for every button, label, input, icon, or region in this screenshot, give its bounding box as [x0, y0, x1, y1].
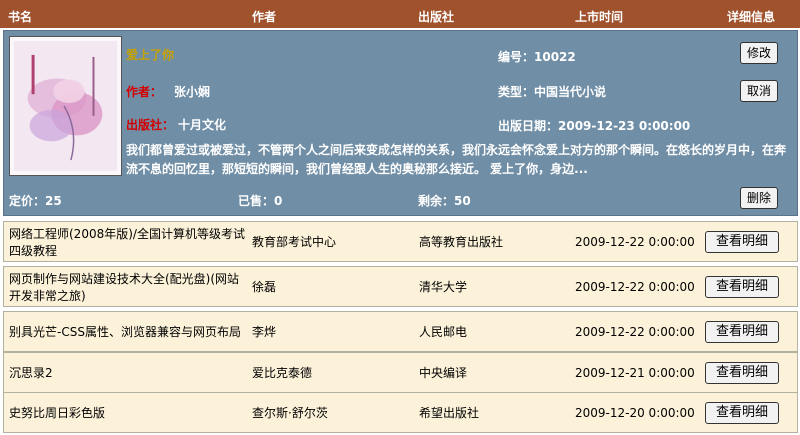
row-date: 2009-12-22 0:00:00 — [575, 325, 695, 339]
table-row: 史努比周日彩色版 查尔斯·舒尔茨 希望出版社 2009-12-20 0:00:0… — [3, 392, 798, 433]
row-date: 2009-12-20 0:00:00 — [575, 406, 695, 420]
sold-text: 已售：0 — [238, 194, 283, 208]
publisher-value: 十月文化 — [178, 118, 227, 132]
row-title: 史努比周日彩色版 — [9, 406, 106, 420]
table-row: 沉思录2 爱比克泰德 中央编译 2009-12-21 0:00:00 查看明细 — [3, 352, 798, 393]
row-title: 网页制作与网站建设技术大全(配光盘)(网站开发非常之旅) — [9, 272, 240, 303]
book-cover-art — [10, 37, 121, 175]
book-description: 我们都曾爱过或被爱过，不管两个人之间后来变成怎样的关系，我们永远会怀念爱上对方的… — [126, 143, 787, 176]
remaining-text: 剩余：50 — [418, 194, 471, 208]
table-row: 网络工程师(2008年版)/全国计算机等级考试四级教程 教育部考试中心 高等教育… — [3, 221, 798, 262]
book-type: 类型：中国当代小说 — [498, 85, 607, 99]
author-value: 张小娴 — [174, 85, 211, 99]
header-author: 作者 — [252, 10, 277, 24]
view-detail-button[interactable]: 查看明细 — [705, 276, 779, 298]
row-author: 爱比克泰德 — [252, 366, 313, 380]
row-publisher: 高等教育出版社 — [419, 235, 504, 249]
row-date: 2009-12-21 0:00:00 — [575, 366, 695, 380]
cancel-button[interactable]: 取消 — [740, 80, 778, 102]
row-author: 徐磊 — [252, 280, 277, 294]
table-header: 书名 作者 出版社 上市时间 详细信息 — [0, 0, 800, 28]
row-publisher: 中央编译 — [419, 366, 468, 380]
header-date: 上市时间 — [575, 10, 624, 24]
edit-button[interactable]: 修改 — [740, 42, 778, 64]
row-author: 李烨 — [252, 325, 277, 339]
book-title: 爱上了你 — [126, 48, 175, 62]
view-detail-button[interactable]: 查看明细 — [705, 402, 779, 424]
view-detail-button[interactable]: 查看明细 — [705, 231, 779, 253]
table-row: 网页制作与网站建设技术大全(配光盘)(网站开发非常之旅) 徐磊 清华大学 200… — [3, 266, 798, 307]
price-text: 定价：25 — [9, 194, 62, 208]
header-publisher: 出版社 — [418, 10, 455, 24]
row-title: 别具光芒-CSS属性、浏览器兼容与网页布局 — [9, 325, 241, 339]
header-title: 书名 — [8, 10, 33, 24]
table-row: 别具光芒-CSS属性、浏览器兼容与网页布局 李烨 人民邮电 2009-12-22… — [3, 311, 798, 352]
row-date: 2009-12-22 0:00:00 — [575, 235, 695, 249]
row-author: 查尔斯·舒尔茨 — [252, 406, 328, 420]
view-detail-button[interactable]: 查看明细 — [705, 321, 779, 343]
delete-button[interactable]: 删除 — [740, 187, 778, 209]
row-title: 沉思录2 — [9, 366, 53, 380]
row-author: 教育部考试中心 — [252, 235, 337, 249]
row-publisher: 希望出版社 — [419, 406, 480, 420]
book-id: 编号：10022 — [498, 50, 576, 64]
publisher-label: 出版社： — [126, 118, 175, 132]
author-label: 作者： — [126, 85, 163, 99]
row-publisher: 清华大学 — [419, 280, 468, 294]
row-publisher: 人民邮电 — [419, 325, 468, 339]
publish-date: 出版日期：2009-12-23 0:00:00 — [498, 119, 691, 133]
book-cover-image — [9, 36, 122, 176]
view-detail-button[interactable]: 查看明细 — [705, 362, 779, 384]
book-detail-panel: 爱上了你 作者： 张小娴 出版社： 十月文化 编号：10022 类型：中国当代小… — [3, 30, 798, 216]
row-date: 2009-12-22 0:00:00 — [575, 280, 695, 294]
row-title: 网络工程师(2008年版)/全国计算机等级考试四级教程 — [9, 227, 245, 258]
header-detail: 详细信息 — [727, 10, 776, 24]
